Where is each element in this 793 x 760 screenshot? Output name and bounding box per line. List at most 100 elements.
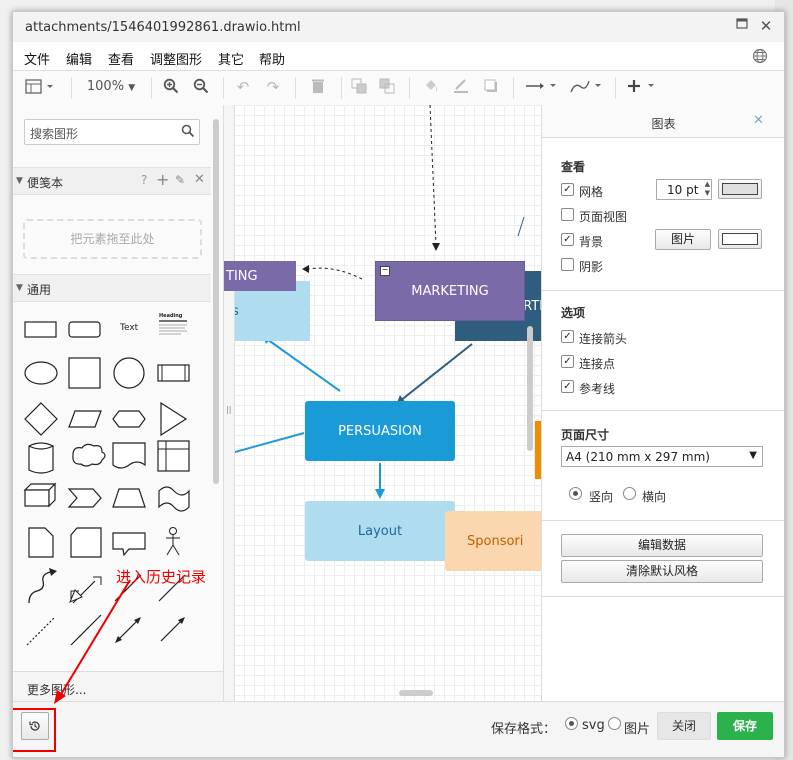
scratchpad-title: 便笺本: [27, 176, 64, 190]
to-front-icon[interactable]: [349, 78, 369, 98]
shape-search-input[interactable]: 搜索图形: [24, 119, 200, 145]
layout-node[interactable]: Layout: [305, 501, 455, 561]
grid-label: 网格: [579, 185, 604, 199]
guides-checkbox[interactable]: ✓: [561, 380, 574, 393]
layout-label: Layout: [357, 523, 403, 539]
format-panel-toggle-icon[interactable]: [23, 78, 57, 98]
image-radio[interactable]: [608, 717, 621, 730]
landscape-radio[interactable]: [623, 487, 636, 500]
marketing-label: MARKETING: [411, 283, 489, 299]
portrait-radio[interactable]: [569, 487, 582, 500]
zoom-in-icon[interactable]: [161, 78, 181, 98]
collapse-arrow-icon[interactable]: ▼: [16, 176, 23, 186]
shadow-label: 阴影: [579, 260, 604, 274]
menu-help[interactable]: 帮助: [259, 49, 285, 68]
background-image-button[interactable]: 图片: [655, 229, 711, 250]
grid-size-value: 10 pt: [667, 183, 699, 197]
undo-icon[interactable]: ↶: [233, 78, 253, 98]
menu-edit[interactable]: 编辑: [66, 49, 92, 68]
shadow-icon[interactable]: [481, 78, 501, 98]
panel-divider: [542, 520, 784, 521]
paper-size-select[interactable]: A4 (210 mm x 297 mm) ▼: [561, 446, 763, 467]
guides-label: 参考线: [579, 382, 616, 396]
image-label: 图片: [624, 722, 651, 737]
general-shapes-palette[interactable]: [13, 305, 213, 665]
menu-arrange[interactable]: 调整图形: [150, 49, 202, 68]
edit-data-label: 编辑数据: [637, 538, 686, 552]
canvas-horizontal-scrollbar[interactable]: [399, 690, 433, 696]
close-button[interactable]: 关闭: [657, 712, 711, 740]
landscape-label: 横向: [642, 490, 667, 504]
sidebar-scrollbar[interactable]: [213, 119, 219, 484]
dialog-footer: 保存格式： svg 图片 关闭 保存: [13, 701, 784, 757]
connection-arrows-checkbox[interactable]: ✓: [561, 330, 574, 343]
ting-node-top[interactable]: TING: [224, 261, 296, 291]
waypoints-icon[interactable]: [568, 78, 604, 98]
connection-points-checkbox[interactable]: ✓: [561, 355, 574, 368]
panel-divider: [542, 410, 784, 411]
collapse-arrow-icon[interactable]: ▼: [16, 283, 23, 293]
ting-label: TING: [226, 268, 258, 284]
toolbar-separator: [513, 77, 514, 99]
zoom-select[interactable]: 100% ▼: [81, 79, 141, 99]
persuasion-node[interactable]: PERSUASION: [305, 401, 455, 461]
edit-pencil-icon[interactable]: ✎: [175, 173, 185, 187]
page-view-checkbox[interactable]: [561, 208, 574, 221]
shape-text[interactable]: Text: [120, 323, 138, 333]
toolbar-separator: [615, 77, 616, 99]
svg-label: svg: [582, 718, 605, 733]
insert-icon[interactable]: [625, 78, 661, 98]
edit-data-button[interactable]: 编辑数据: [561, 534, 763, 557]
to-back-icon[interactable]: [377, 78, 397, 98]
menu-file[interactable]: 文件: [24, 49, 50, 68]
close-icon[interactable]: ✕: [194, 172, 205, 187]
clear-default-style-button[interactable]: 清除默认风格: [561, 560, 763, 583]
format-panel: 图表 ✕ 查看 ✓ 网格 10 pt ▲ ▼ 页面视图 ✓ 背景 图片 阴影 选项…: [541, 105, 784, 701]
image-button-label: 图片: [670, 232, 695, 246]
toolbar-separator: [341, 77, 342, 99]
toolbar-separator: [151, 77, 152, 99]
grid-size-input[interactable]: 10 pt ▲ ▼: [656, 179, 712, 200]
shape-heading[interactable]: Heading: [159, 313, 182, 319]
clear-default-style-label: 清除默认风格: [625, 564, 698, 578]
delete-icon[interactable]: [308, 78, 328, 98]
svg-radio[interactable]: [565, 717, 578, 730]
shadow-checkbox[interactable]: [561, 258, 574, 271]
menu-extras[interactable]: 其它: [218, 49, 244, 68]
add-icon[interactable]: +: [156, 170, 169, 189]
sidebar-splitter[interactable]: ||: [224, 105, 235, 701]
zoom-out-icon[interactable]: [191, 78, 211, 98]
sponsoring-node[interactable]: Sponsori: [445, 511, 541, 571]
grid-color-button[interactable]: [718, 179, 762, 199]
marketing-node[interactable]: − MARKETING: [375, 261, 525, 321]
background-color-button[interactable]: [718, 229, 762, 249]
splitter-grip-icon[interactable]: ||: [226, 405, 231, 414]
more-shapes-link[interactable]: 更多图形...: [13, 671, 223, 701]
menu-view[interactable]: 查看: [108, 49, 134, 68]
toolbar: 100% ▼ ↶ ↷: [13, 70, 784, 106]
grid-checkbox[interactable]: ✓: [561, 183, 574, 196]
redo-icon[interactable]: ↷: [263, 78, 283, 98]
search-icon[interactable]: [181, 124, 195, 141]
globe-icon[interactable]: [752, 48, 768, 67]
background-checkbox[interactable]: ✓: [561, 233, 574, 246]
scratchpad-dropzone[interactable]: 把元素拖至此处: [23, 219, 202, 259]
view-section-title: 查看: [561, 160, 586, 174]
save-button[interactable]: 保存: [717, 712, 773, 740]
close-icon[interactable]: ✕: [758, 17, 774, 35]
scratchpad-header[interactable]: ▼ 便笺本 ? + ✎ ✕: [13, 167, 211, 195]
history-annotation-text: 进入历史记录: [116, 568, 207, 586]
fill-color-icon[interactable]: [421, 78, 441, 98]
connection-style-icon[interactable]: [523, 78, 559, 98]
paper-size-section-title: 页面尺寸: [561, 428, 610, 442]
maximize-icon[interactable]: [734, 18, 750, 34]
line-color-icon[interactable]: [451, 78, 471, 98]
diagram-canvas[interactable]: TING es TING RTI − MARKETING PERSUASION …: [224, 105, 541, 701]
format-panel-header: 图表 ✕: [542, 105, 784, 138]
scratchpad-help-icon[interactable]: ?: [141, 173, 147, 187]
general-header[interactable]: ▼ 通用: [13, 274, 211, 302]
collapse-icon[interactable]: −: [380, 266, 390, 276]
canvas-vertical-scrollbar[interactable]: [527, 326, 533, 451]
spinner-icon[interactable]: ▲ ▼: [705, 180, 710, 198]
close-icon[interactable]: ✕: [753, 113, 764, 128]
